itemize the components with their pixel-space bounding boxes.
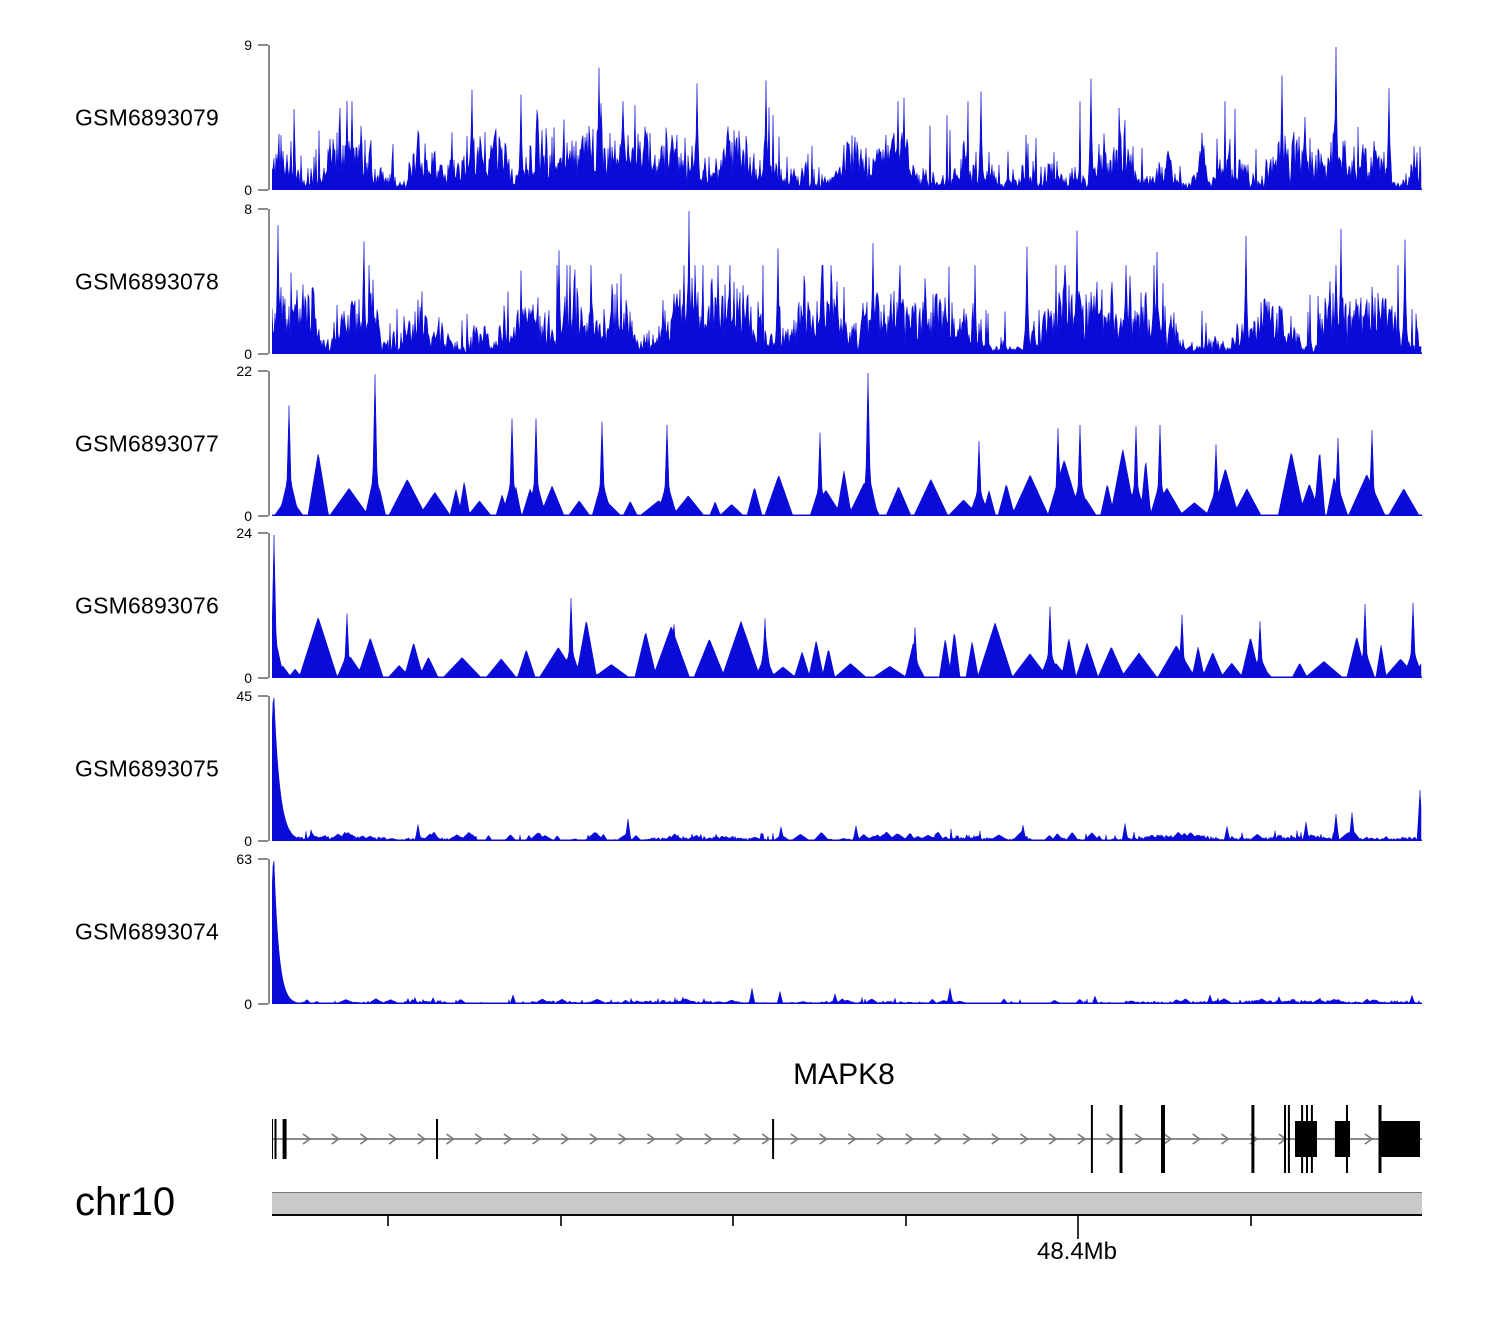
y-axis-bottom-tick <box>258 515 268 517</box>
y-axis-line <box>268 371 270 516</box>
coverage-area <box>272 534 1422 678</box>
coverage-signal <box>272 534 1422 678</box>
coverage-signal <box>272 697 1422 841</box>
genome-browser-figure: GSM6893079 9 0 GSM6893078 8 0 GSM6893077… <box>0 0 1500 1320</box>
y-axis-bottom-tick <box>258 840 268 842</box>
coverage-track-gsm6893078: GSM6893078 8 0 <box>0 202 1500 361</box>
axis-minor-tick <box>904 1216 907 1226</box>
exon-line <box>274 1119 277 1159</box>
y-axis-top-tick <box>258 695 268 697</box>
y-axis-line <box>268 696 270 841</box>
coverage-signal <box>272 372 1422 516</box>
coverage-area <box>272 46 1422 190</box>
signal-baseline <box>272 839 1422 841</box>
coverage-signal <box>272 210 1422 354</box>
y-axis-max-label: 63 <box>236 851 252 867</box>
coverage-track-gsm6893077: GSM6893077 22 0 <box>0 364 1500 523</box>
y-axis-max-label: 45 <box>236 688 252 704</box>
exon-line <box>282 1119 287 1159</box>
y-axis-top-tick <box>258 858 268 860</box>
y-axis-top-tick <box>258 208 268 210</box>
gene-name-label: MAPK8 <box>793 1058 895 1091</box>
y-axis-bottom-tick <box>258 677 268 679</box>
track-label: GSM6893079 <box>75 104 219 130</box>
exon-line <box>1119 1105 1123 1173</box>
y-axis-top-tick <box>258 44 268 46</box>
y-axis-zero-label: 0 <box>244 346 252 362</box>
exon-box <box>1334 1121 1350 1157</box>
signal-baseline <box>272 352 1422 354</box>
track-label: GSM6893078 <box>75 268 219 294</box>
y-axis-top-tick <box>258 532 268 534</box>
axis-major-tick <box>1077 1216 1079 1239</box>
y-axis-bottom-tick <box>258 1003 268 1005</box>
coverage-signal <box>272 46 1422 190</box>
y-axis-max-label: 22 <box>236 363 252 379</box>
coverage-area <box>272 372 1421 516</box>
axis-minor-tick <box>1249 1216 1252 1226</box>
y-axis-bottom-tick <box>258 353 268 355</box>
exon-line <box>1090 1105 1093 1173</box>
exon-line <box>1251 1105 1255 1173</box>
track-label: GSM6893074 <box>75 918 219 944</box>
exon-line <box>1284 1105 1286 1173</box>
y-axis-max-label: 9 <box>244 37 252 53</box>
coverage-area <box>272 210 1422 354</box>
exon-box <box>1295 1121 1317 1157</box>
signal-baseline <box>272 514 1422 516</box>
coverage-track-gsm6893079: GSM6893079 9 0 <box>0 38 1500 197</box>
gene-model-track <box>272 1105 1422 1173</box>
y-axis-max-label: 8 <box>244 201 252 217</box>
exon-line <box>1161 1105 1165 1173</box>
track-label: GSM6893076 <box>75 592 219 618</box>
exon-line <box>436 1119 438 1159</box>
y-axis-line <box>268 533 270 678</box>
coverage-area <box>272 697 1422 841</box>
y-axis-max-label: 24 <box>236 525 252 541</box>
y-axis-zero-label: 0 <box>244 670 252 686</box>
chromosome-label: chr10 <box>75 1180 176 1224</box>
axis-minor-tick <box>559 1216 562 1226</box>
chromosome-ideogram-bar <box>272 1192 1422 1216</box>
signal-baseline <box>272 676 1422 678</box>
y-axis-line <box>268 859 270 1004</box>
exon-box <box>1380 1121 1420 1157</box>
y-axis-line <box>268 45 270 190</box>
y-axis-bottom-tick <box>258 189 268 191</box>
axis-minor-tick <box>732 1216 734 1226</box>
signal-baseline <box>272 188 1422 190</box>
axis-minor-tick <box>387 1216 389 1226</box>
y-axis-zero-label: 0 <box>244 833 252 849</box>
track-label: GSM6893075 <box>75 755 219 781</box>
y-axis-line <box>268 209 270 354</box>
coverage-signal <box>272 860 1422 1004</box>
y-axis-zero-label: 0 <box>244 182 252 198</box>
track-label: GSM6893077 <box>75 430 219 456</box>
exon-line <box>272 1119 273 1159</box>
coverage-track-gsm6893076: GSM6893076 24 0 <box>0 526 1500 685</box>
y-axis-zero-label: 0 <box>244 996 252 1012</box>
exon-line <box>1287 1105 1290 1173</box>
signal-baseline <box>272 1002 1422 1004</box>
coverage-track-gsm6893075: GSM6893075 45 0 <box>0 689 1500 848</box>
y-axis-top-tick <box>258 370 268 372</box>
coverage-track-gsm6893074: GSM6893074 63 0 <box>0 852 1500 1011</box>
genome-axis-ticks <box>272 1216 1422 1242</box>
exon-line <box>772 1119 775 1159</box>
coverage-area <box>272 860 1422 1004</box>
genome-position-label: 48.4Mb <box>1036 1238 1118 1265</box>
y-axis-zero-label: 0 <box>244 508 252 524</box>
